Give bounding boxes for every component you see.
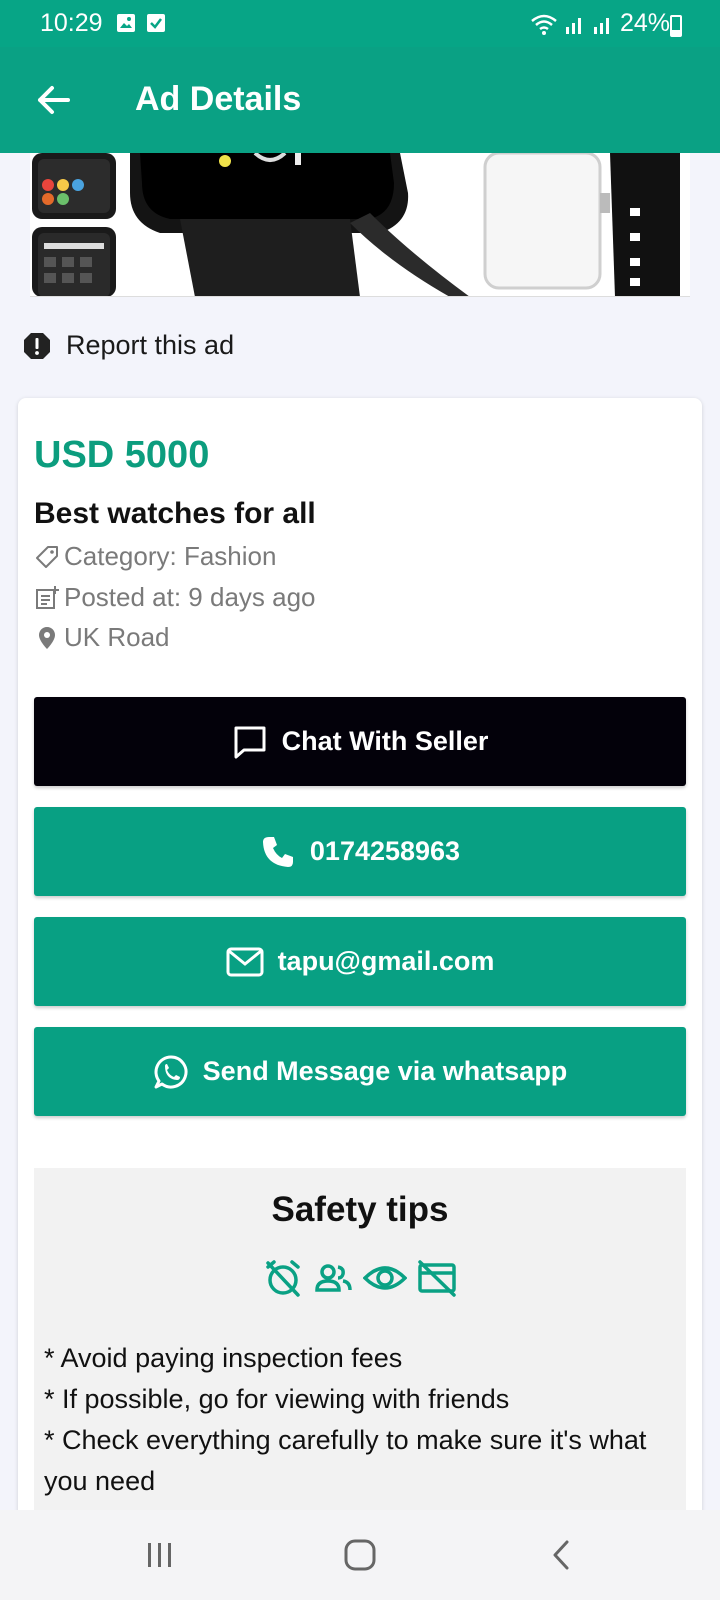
chat-icon — [234, 726, 266, 758]
product-image[interactable] — [30, 153, 690, 297]
battery-icon — [670, 15, 682, 37]
report-icon — [24, 332, 50, 359]
status-bar: 10:29 24% — [0, 0, 720, 47]
signal-icon — [593, 17, 609, 34]
location-row: UK Road — [34, 622, 170, 653]
whatsapp-button[interactable]: Send Message via whatsapp — [34, 1027, 686, 1116]
chat-with-seller-button[interactable]: Chat With Seller — [34, 697, 686, 786]
phone-icon — [262, 836, 293, 867]
phone-button[interactable]: 0174258963 — [34, 807, 686, 896]
arrow-back-icon — [38, 86, 70, 114]
safety-tip: * Check everything carefully to make sur… — [44, 1425, 647, 1496]
location-label: UK Road — [64, 622, 170, 652]
phone-button-label: 0174258963 — [309, 836, 461, 866]
status-time: 10:29 — [40, 9, 103, 37]
email-button-label: tapu@gmail.com — [277, 946, 495, 976]
home-icon — [344, 1539, 376, 1571]
gallery-notification-icon — [117, 14, 135, 32]
smartwatch-image — [30, 153, 690, 297]
battery-percent: 24% — [619, 9, 670, 37]
ad-price: USD 5000 — [34, 434, 210, 476]
tag-icon — [36, 545, 58, 568]
alarm-off-icon — [266, 1260, 300, 1297]
category-label: Category: Fashion — [64, 541, 277, 571]
home-button[interactable] — [330, 1532, 390, 1578]
chevron-left-icon — [553, 1540, 569, 1570]
signal-icon — [565, 17, 581, 34]
email-button[interactable]: tapu@gmail.com — [34, 917, 686, 1006]
check-notification-icon — [147, 14, 165, 32]
app-bar: Ad Details — [0, 47, 720, 153]
people-icon — [315, 1264, 352, 1292]
safety-title: Safety tips — [271, 1190, 449, 1229]
ad-title: Best watches for all — [34, 497, 316, 530]
system-nav-bar — [0, 1510, 720, 1600]
category-row: Category: Fashion — [34, 541, 276, 572]
safety-tip: * If possible, go for viewing with frien… — [44, 1384, 510, 1414]
chat-button-label: Chat With Seller — [281, 726, 489, 756]
email-icon — [226, 947, 264, 976]
safety-icons — [34, 1258, 686, 1298]
back-button[interactable] — [30, 77, 76, 123]
recent-apps-icon — [148, 1543, 171, 1567]
report-ad-link[interactable]: Report this ad — [22, 330, 234, 361]
post-add-icon — [36, 585, 59, 609]
credit-card-off-icon — [418, 1260, 456, 1297]
page-title: Ad Details — [135, 80, 302, 118]
report-label: Report this ad — [66, 330, 235, 360]
posted-row: Posted at: 9 days ago — [34, 582, 316, 613]
recent-apps-button[interactable] — [130, 1532, 190, 1578]
whatsapp-icon — [154, 1055, 188, 1088]
safety-tip: * Avoid paying inspection fees — [44, 1343, 403, 1373]
location-pin-icon — [39, 626, 55, 649]
wifi-icon — [531, 14, 557, 35]
whatsapp-button-label: Send Message via whatsapp — [202, 1056, 568, 1086]
back-nav-button[interactable] — [532, 1532, 592, 1578]
posted-label: Posted at: 9 days ago — [64, 582, 316, 612]
ad-details-card: USD 5000 Best watches for all Category: … — [18, 398, 702, 1600]
eye-icon — [363, 1266, 407, 1290]
